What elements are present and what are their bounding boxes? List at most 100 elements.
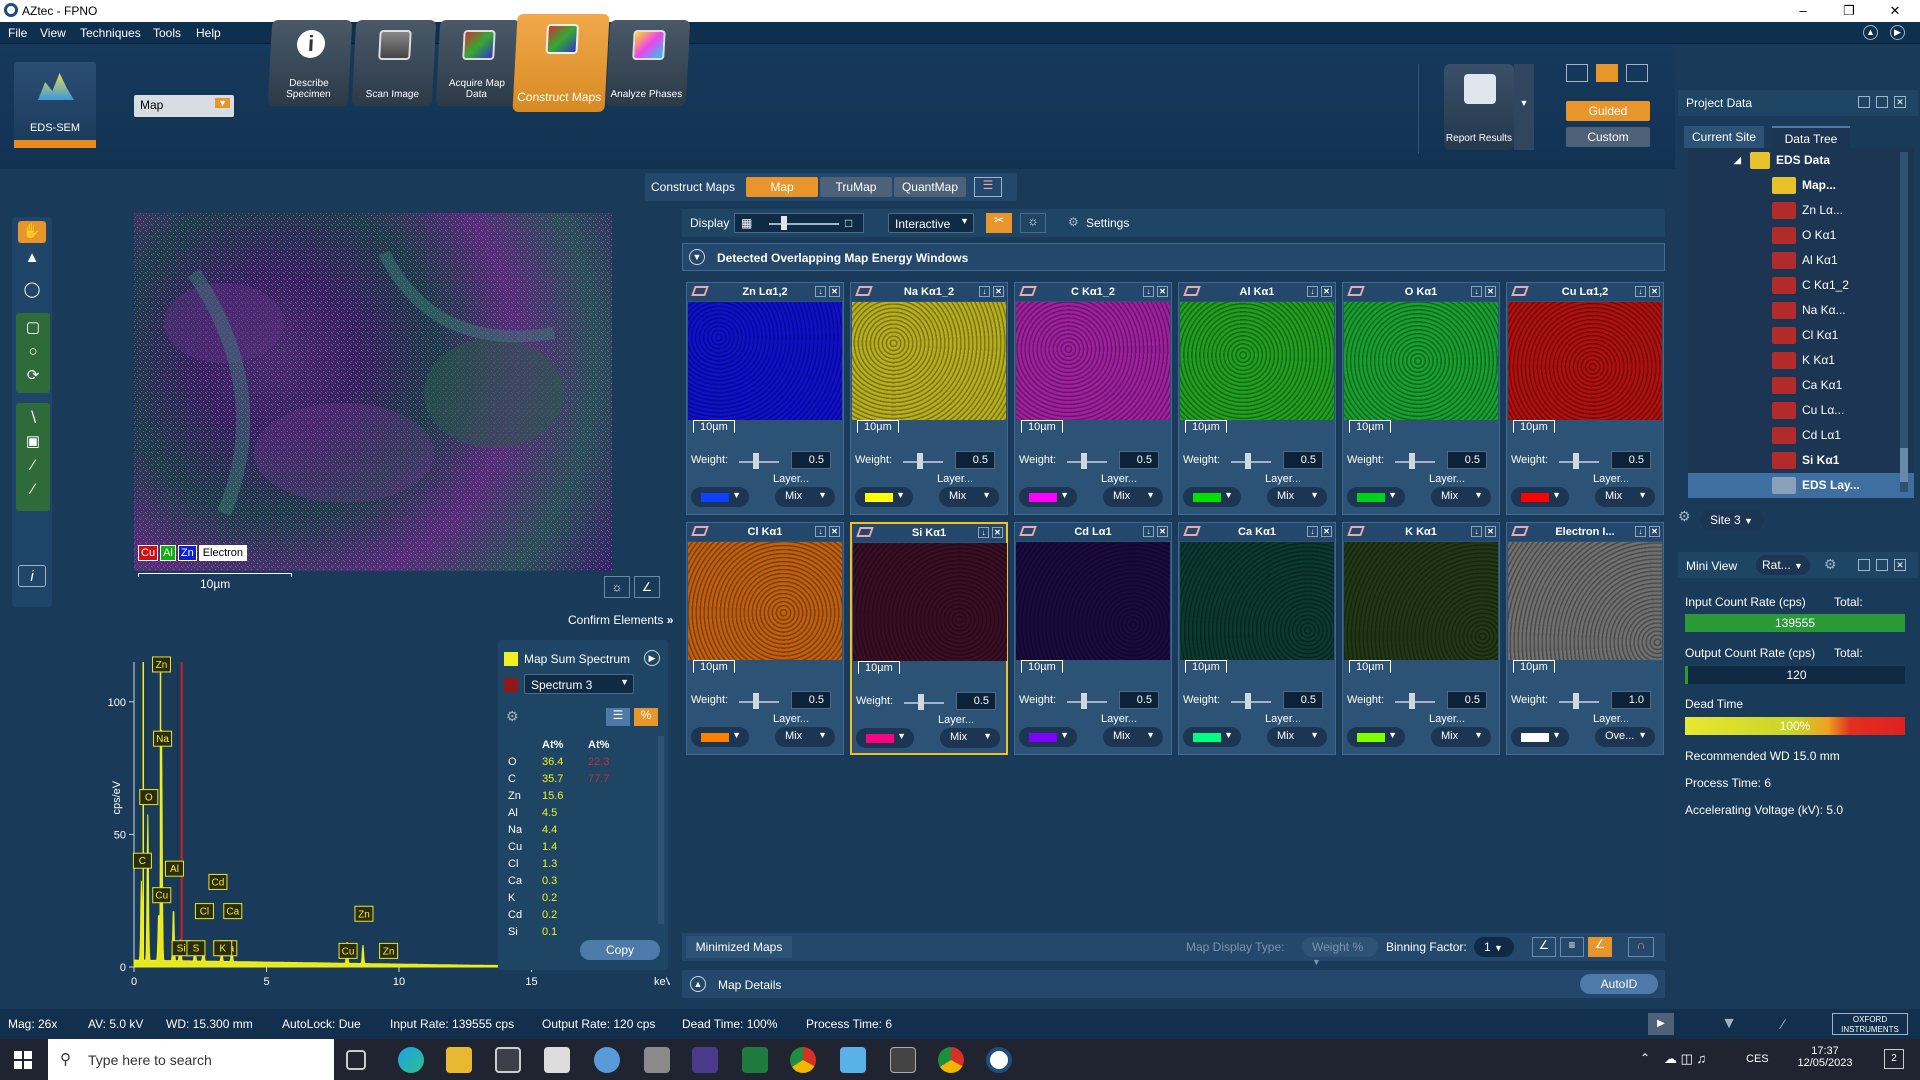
tree-item[interactable]: Ca Kα1 (1688, 373, 1914, 398)
minimize-tile-icon[interactable]: ↓ (1471, 526, 1482, 537)
weight-value[interactable]: 0.5 (1283, 451, 1323, 469)
miniview-select[interactable]: Rat... ▼ (1756, 555, 1810, 575)
menu-help[interactable]: Help (196, 26, 221, 40)
copy-button[interactable]: Copy (580, 940, 660, 960)
app-icon-1[interactable] (594, 1047, 620, 1073)
element-map-image[interactable] (688, 302, 842, 420)
aztec-taskbar-icon[interactable] (986, 1047, 1012, 1073)
tree-item[interactable]: Na Kα... (1688, 298, 1914, 323)
filter-icon[interactable]: ≡ (1560, 937, 1584, 957)
weight-value[interactable]: 0.5 (955, 451, 995, 469)
blend-select[interactable]: Mix ▼ (775, 727, 835, 747)
minimize-tile-icon[interactable]: ↓ (1307, 286, 1318, 297)
tree-item[interactable]: Si Kα1 (1688, 448, 1914, 473)
confirm-elements-link[interactable]: Confirm Elements » (568, 613, 673, 627)
autoid-button[interactable]: AutoID (1580, 974, 1658, 994)
excel-icon[interactable] (742, 1047, 768, 1073)
layout-quad-icon[interactable] (1626, 64, 1648, 82)
tree-item[interactable]: Cd Lα1 (1688, 423, 1914, 448)
weight-slider-knob[interactable] (917, 453, 923, 469)
map-tile[interactable]: Cd Lα1 ↓ ✕ 10µm Weight: 0.5 Layer... ▼ Mix… (1014, 522, 1172, 755)
probe-icon[interactable]: ∕ (1770, 1013, 1796, 1035)
play-icon[interactable]: ▶ (1648, 1013, 1674, 1035)
weight-value[interactable]: 0.5 (1119, 691, 1159, 709)
point-icon[interactable]: ▲ (18, 247, 46, 269)
blend-select[interactable]: Mix ▼ (1431, 487, 1491, 507)
brightness-icon[interactable]: ☼ (604, 576, 630, 598)
minimized-maps-tab[interactable]: Minimized Maps (686, 936, 792, 958)
layers-icon[interactable]: ☰ (974, 177, 1002, 197)
freehand-select-icon[interactable]: ⟳ (19, 365, 47, 387)
menu-file[interactable]: File (8, 26, 27, 40)
close-tile-icon[interactable]: ✕ (1649, 286, 1660, 297)
weight-slider-knob[interactable] (1573, 693, 1579, 709)
minimize-tile-icon[interactable]: ↓ (1635, 286, 1646, 297)
back-icon[interactable]: ▲ (1863, 25, 1878, 40)
acquire-map-button[interactable]: Acquire Map Data (435, 20, 521, 106)
minimize-tile-icon[interactable]: ↓ (978, 527, 989, 538)
layout-grid-icon[interactable] (1596, 64, 1618, 82)
minimize-tile-icon[interactable]: ↓ (1635, 526, 1646, 537)
element-map-image[interactable] (1016, 542, 1170, 660)
rainbow-icon[interactable]: ∩ (1628, 937, 1654, 957)
peak-label[interactable]: Zn (152, 656, 171, 673)
map-tile[interactable]: Zn Lα1,2 ↓ ✕ 10µm Weight: 0.5 Layer... ▼ M… (686, 282, 844, 515)
custom-button[interactable]: Custom (1566, 127, 1650, 147)
close-tile-icon[interactable]: ✕ (1649, 526, 1660, 537)
peak-label[interactable]: Cu (152, 887, 172, 904)
collapse-icon[interactable]: ▼ (689, 249, 705, 265)
layout-single-icon[interactable] (1566, 64, 1588, 82)
weight-slider-knob[interactable] (1245, 693, 1251, 709)
windows-start-icon[interactable] (14, 1051, 32, 1069)
overlap-tool-icon[interactable]: ✂ (986, 213, 1012, 233)
element-map-image[interactable] (1180, 542, 1334, 660)
map-tile[interactable]: C Kα1_2 ↓ ✕ 10µm Weight: 0.5 Layer... ▼ Mi… (1014, 282, 1172, 515)
construct-maps-button[interactable]: Construct Maps (512, 14, 610, 112)
app-icon-3[interactable] (692, 1047, 718, 1073)
mail-icon[interactable] (544, 1047, 570, 1073)
minimize-pane-icon[interactable] (1858, 559, 1870, 571)
map-tile[interactable]: Al Kα1 ↓ ✕ 10µm Weight: 0.5 Layer... ▼ Mix… (1178, 282, 1336, 515)
peak-label[interactable]: C (132, 852, 152, 869)
map-display-type-select[interactable]: Weight % ▼ (1302, 937, 1378, 967)
scrollbar[interactable] (658, 736, 664, 924)
tray-icons[interactable]: ☁ ◫ ♫ (1664, 1051, 1706, 1067)
weight-slider-track[interactable] (904, 702, 944, 704)
close-tile-icon[interactable]: ✕ (993, 286, 1004, 297)
menu-view[interactable]: View (40, 26, 66, 40)
chart-icon[interactable]: ∠ (1532, 937, 1556, 957)
tree-scrollbar[interactable] (1900, 152, 1908, 492)
color-select[interactable]: ▼ (1511, 727, 1569, 747)
element-map-image[interactable] (1016, 302, 1170, 420)
site-select[interactable]: Site 3 ▼ (1700, 510, 1764, 530)
expand-icon[interactable]: ▲ (690, 976, 706, 992)
weight-slider-knob[interactable] (753, 453, 759, 469)
peak-label[interactable]: Ca (223, 903, 243, 920)
peak-label[interactable]: Cu (338, 942, 358, 959)
weight-value[interactable]: 1.0 (1611, 691, 1651, 709)
close-tile-icon[interactable]: ✕ (992, 527, 1003, 538)
minimize-tile-icon[interactable]: ↓ (979, 286, 990, 297)
map-tile[interactable]: Cu Lα1,2 ↓ ✕ 10µm Weight: 0.5 Layer... ▼ M… (1506, 282, 1664, 515)
clock[interactable]: 17:37 12/05/2023 (1790, 1045, 1860, 1069)
color-select[interactable]: ▼ (855, 487, 913, 507)
report-results-button[interactable]: Report Results (1444, 64, 1514, 150)
forward-icon[interactable]: ▶ (1890, 25, 1905, 40)
edge-icon[interactable] (398, 1047, 424, 1073)
blend-select[interactable]: Ove... ▼ (1595, 727, 1655, 747)
map-tile[interactable]: Si Kα1 ↓ ✕ 10µm Weight: 0.5 Layer... ▼ Mix… (850, 522, 1008, 755)
color-select[interactable]: ▼ (1511, 487, 1569, 507)
tree-item[interactable]: Map... (1688, 173, 1914, 198)
tree-item[interactable]: Zn Lα... (1688, 198, 1914, 223)
settings-gear-icon[interactable]: ⚙ (1068, 215, 1079, 229)
histogram-icon[interactable]: ∠ (634, 576, 660, 598)
blend-select[interactable]: Mix ▼ (1267, 487, 1327, 507)
weight-slider-track[interactable] (1067, 701, 1107, 703)
report-dropdown-icon[interactable]: ▼ (1514, 64, 1534, 150)
brightness-icon[interactable]: ☼ (1020, 213, 1046, 233)
blend-select[interactable]: Mix ▼ (1103, 727, 1163, 747)
color-select[interactable]: ▼ (691, 487, 749, 507)
color-select[interactable]: ▼ (1183, 727, 1241, 747)
tray-chevron-icon[interactable]: ⌃ (1640, 1051, 1650, 1065)
element-map-image[interactable] (1344, 542, 1498, 660)
